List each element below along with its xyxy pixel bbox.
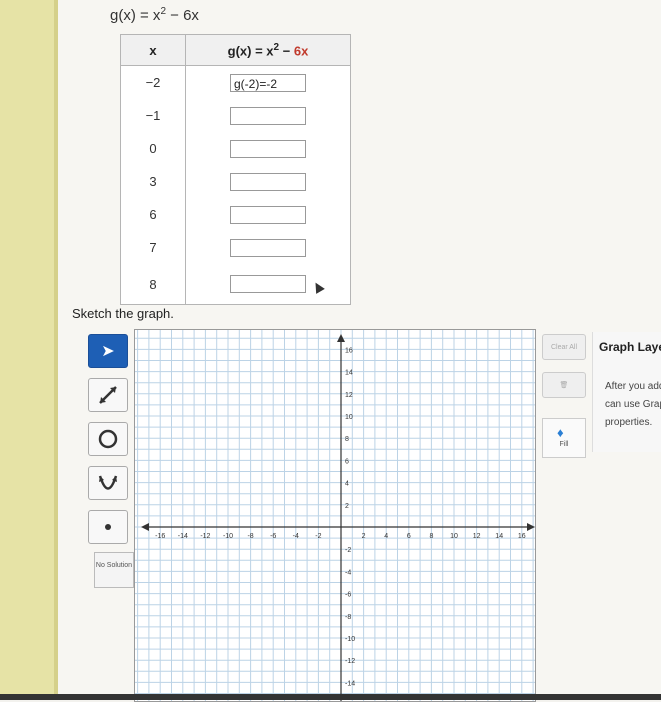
x-value: −1 bbox=[120, 99, 186, 132]
table-row: 3 bbox=[120, 165, 351, 198]
sketch-instruction: Sketch the graph. bbox=[72, 306, 174, 321]
x-value: 6 bbox=[120, 198, 186, 231]
gx-input[interactable] bbox=[230, 238, 306, 257]
x-tick-label: 8 bbox=[429, 533, 433, 540]
y-tick-label: 2 bbox=[345, 503, 349, 510]
pointer-icon: ➤ bbox=[101, 343, 115, 360]
parabola-icon bbox=[98, 475, 118, 490]
x-tick-label: 16 bbox=[518, 533, 526, 540]
y-tick-label: 14 bbox=[345, 370, 353, 377]
parabola-tool[interactable] bbox=[88, 466, 128, 500]
y-tick-label: 4 bbox=[345, 481, 349, 488]
x-tick-label: -14 bbox=[178, 533, 188, 540]
function-heading: g(x) = x2 − 6x bbox=[110, 6, 199, 24]
bottom-edge bbox=[0, 694, 661, 700]
y-tick-label: -2 bbox=[345, 547, 351, 554]
gx-input[interactable] bbox=[230, 275, 306, 293]
point-icon bbox=[105, 524, 111, 530]
x-tick-label: -12 bbox=[200, 533, 210, 540]
y-tick-label: 8 bbox=[345, 436, 349, 443]
y-tick-label: -10 bbox=[345, 636, 355, 643]
y-tick-label: 16 bbox=[345, 347, 353, 354]
x-tick-label: 10 bbox=[450, 533, 458, 540]
x-value: 7 bbox=[120, 231, 186, 264]
y-tick-label: -14 bbox=[345, 680, 355, 687]
graph-area[interactable]: -16 -14 -12 -10 -8 -6 -4 -2 2 4 6 8 10 12 14 16 16 14 12 10… bbox=[134, 329, 536, 702]
x-value: 3 bbox=[120, 165, 186, 198]
y-tick-label: -12 bbox=[345, 658, 355, 665]
col-gx-header: g(x) = x2 − 6x bbox=[185, 34, 351, 66]
pointer-tool[interactable]: ➤ bbox=[88, 334, 128, 368]
y-tick-label: -8 bbox=[345, 614, 351, 621]
x-tick-label: -16 bbox=[155, 533, 165, 540]
x-value: −2 bbox=[120, 65, 186, 99]
x-tick-label: -2 bbox=[315, 533, 321, 540]
table-header-row: x g(x) = x2 − 6x bbox=[120, 34, 351, 66]
table-row: 6 bbox=[120, 198, 351, 231]
x-tick-label: 4 bbox=[384, 533, 388, 540]
left-margin-bar bbox=[0, 0, 58, 700]
line-tool[interactable] bbox=[88, 378, 128, 412]
paint-bucket-icon: ♦ bbox=[557, 425, 564, 440]
gx-input[interactable] bbox=[230, 205, 306, 224]
x-tick-label: 2 bbox=[362, 533, 366, 540]
clear-all-button[interactable]: Clear All bbox=[542, 334, 586, 360]
delete-button[interactable]: 🗑 bbox=[542, 372, 586, 398]
fill-label: Fill bbox=[559, 441, 569, 448]
table-row: −1 bbox=[120, 99, 351, 132]
graph-layers-help: After you add an object to the graph you… bbox=[605, 381, 661, 428]
x-tick-label: -6 bbox=[270, 533, 276, 540]
table-row: 7 bbox=[120, 231, 351, 264]
gx-input[interactable]: g(-2)=-2 bbox=[230, 73, 306, 92]
table-row: 0 bbox=[120, 132, 351, 165]
graph-layers-panel: Graph Layers After you add an object to … bbox=[592, 332, 661, 452]
graph-side-tools: Clear All 🗑 ♦ Fill bbox=[538, 330, 590, 530]
x-tick-label: 12 bbox=[473, 533, 481, 540]
x-tick-label: 14 bbox=[495, 533, 503, 540]
no-solution-button[interactable]: No Solution bbox=[94, 552, 134, 588]
x-axis-arrow bbox=[527, 523, 535, 531]
x-tick-label: -10 bbox=[223, 533, 233, 540]
point-tool[interactable] bbox=[88, 510, 128, 544]
circle-icon bbox=[98, 429, 118, 449]
coordinate-grid[interactable]: -16 -14 -12 -10 -8 -6 -4 -2 2 4 6 8 10 12 14 16 16 14 12 10… bbox=[135, 330, 535, 701]
x-tick-label: -8 bbox=[247, 533, 253, 540]
trash-icon: 🗑 bbox=[559, 382, 569, 389]
y-tick-label: 12 bbox=[345, 392, 353, 399]
gx-input[interactable] bbox=[230, 172, 306, 191]
col-x-header: x bbox=[120, 34, 186, 66]
x-value: 8 bbox=[120, 264, 186, 305]
x-tick-label: 6 bbox=[407, 533, 411, 540]
gx-input[interactable] bbox=[230, 106, 306, 125]
x-value: 0 bbox=[120, 132, 186, 165]
gx-input[interactable] bbox=[230, 139, 306, 158]
fill-button[interactable]: ♦ Fill bbox=[542, 418, 586, 458]
circle-tool[interactable] bbox=[88, 422, 128, 456]
values-table: x g(x) = x2 − 6x −2 g(-2)=-2 −1 0 3 6 7 … bbox=[120, 34, 351, 305]
y-tick-label: 10 bbox=[345, 414, 353, 421]
x-axis-arrow-left bbox=[141, 523, 149, 531]
graph-layers-title: Graph Layers bbox=[599, 340, 661, 354]
line-icon bbox=[99, 386, 117, 404]
y-tick-label: -4 bbox=[345, 569, 351, 576]
table-row: −2 g(-2)=-2 bbox=[120, 65, 351, 99]
x-tick-label: -4 bbox=[293, 533, 299, 540]
y-tick-label: 6 bbox=[345, 458, 349, 465]
y-tick-label: -6 bbox=[345, 592, 351, 599]
